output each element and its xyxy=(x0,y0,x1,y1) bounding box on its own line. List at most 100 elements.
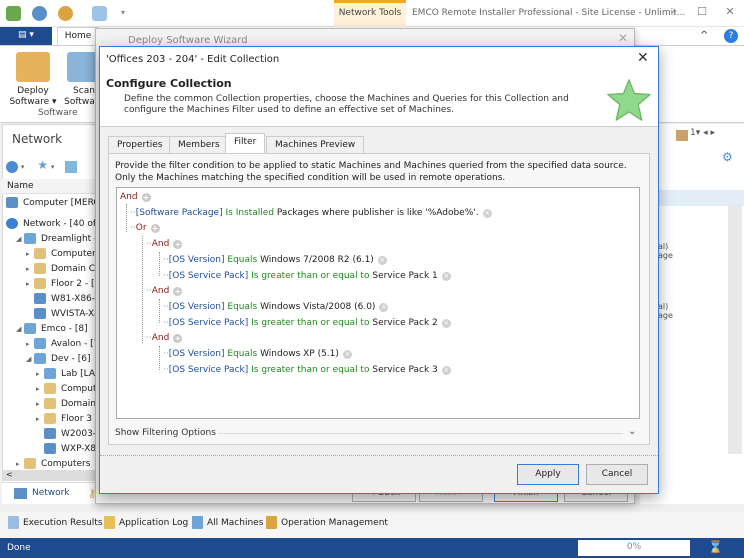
tab-members[interactable]: Members xyxy=(169,136,229,153)
expand-arrow-icon[interactable]: ▸ xyxy=(36,370,44,378)
workgroup-icon xyxy=(24,233,36,244)
dialog-close-icon[interactable]: ✕ xyxy=(637,50,649,66)
tree-item[interactable]: ◢ Dev - [6] xyxy=(6,351,106,366)
qat-dropdown-icon[interactable]: ▾ xyxy=(121,8,125,17)
filter-node-and[interactable]: ·· And + xyxy=(146,333,183,343)
dropdown-icon[interactable]: ▾ xyxy=(51,163,55,171)
filter-condition[interactable]: ·· [Software Package] Is Installed Packa… xyxy=(130,208,492,218)
wizard-close-icon[interactable]: ✕ xyxy=(618,31,628,45)
context-tab-network-tools[interactable]: Network Tools xyxy=(334,0,406,27)
tab-application-log[interactable]: Application Log xyxy=(104,516,188,529)
folder-icon xyxy=(44,383,56,394)
expand-arrow-icon[interactable]: ▸ xyxy=(26,280,34,288)
show-filtering-options[interactable]: Show Filtering Options xyxy=(115,428,216,438)
add-condition-icon[interactable]: + xyxy=(173,333,183,343)
remove-condition-icon[interactable]: × xyxy=(441,318,451,328)
panel-toolbar: ▾ ★ ▾ xyxy=(6,158,106,174)
divider xyxy=(218,433,623,434)
help-icon[interactable]: ? xyxy=(724,29,738,43)
tab-properties[interactable]: Properties xyxy=(108,136,172,153)
remove-condition-icon[interactable]: × xyxy=(441,271,451,281)
tree-item[interactable]: ▸ Lab [LAB] xyxy=(6,366,106,381)
horizontal-scrollbar[interactable]: < xyxy=(2,470,107,481)
tree-item[interactable]: WVISTA-X86 xyxy=(6,306,106,321)
expand-arrow-icon[interactable]: ▸ xyxy=(36,415,44,423)
expand-arrow-icon[interactable]: ▸ xyxy=(26,340,34,348)
tab-operation-management[interactable]: Operation Management xyxy=(266,516,388,529)
filter-condition[interactable]: ·· [OS Service Pack] Is greater than or … xyxy=(163,365,451,375)
expand-arrow-icon[interactable]: ▸ xyxy=(36,385,44,393)
remove-condition-icon[interactable]: × xyxy=(377,255,387,265)
minimize-icon[interactable]: – xyxy=(664,5,684,21)
tree-item[interactable]: ▸ Computers xyxy=(6,456,106,471)
tree-item[interactable]: ◢ Dreamlight - [6] xyxy=(6,231,106,246)
filter-node-and[interactable]: ·· And + xyxy=(146,286,183,296)
nav-network[interactable]: Network xyxy=(32,488,70,498)
tree-item[interactable]: W81-X86-M xyxy=(6,291,106,306)
filter-condition[interactable]: ·· [OS Service Pack] Is greater than or … xyxy=(163,318,451,328)
remove-condition-icon[interactable]: × xyxy=(482,208,492,218)
collapse-arrow-icon[interactable]: ◢ xyxy=(16,235,24,243)
ribbon-group-label: Software xyxy=(38,108,78,118)
tree-item[interactable]: ▸ Floor 3 xyxy=(6,411,106,426)
dropdown-icon[interactable]: ▾ xyxy=(21,163,25,171)
tab-machines-preview[interactable]: Machines Preview xyxy=(266,136,365,153)
remove-condition-icon[interactable]: × xyxy=(379,302,389,312)
collapse-arrow-icon[interactable]: ◢ xyxy=(16,325,24,333)
tree-item[interactable]: Network - [40 of 40] xyxy=(6,216,106,231)
close-icon[interactable]: ✕ xyxy=(720,5,740,21)
chevron-down-icon[interactable]: ⌄ xyxy=(628,426,636,437)
refresh-icon[interactable] xyxy=(32,6,47,21)
tree-item[interactable]: W2003-X86 xyxy=(6,426,106,441)
remove-condition-icon[interactable]: × xyxy=(342,349,352,359)
apply-button[interactable]: Apply xyxy=(517,464,579,485)
expand-arrow-icon[interactable]: ▸ xyxy=(26,265,34,273)
vertical-scrollbar[interactable] xyxy=(728,204,742,454)
tree-item[interactable]: ▸ Avalon - [7] xyxy=(6,336,106,351)
tab-all-machines[interactable]: All Machines xyxy=(192,516,263,529)
expand-arrow-icon[interactable]: ▸ xyxy=(16,460,24,468)
filter-node-and[interactable]: And + xyxy=(120,192,151,202)
favorites-star-icon[interactable]: ★ xyxy=(37,158,48,172)
tree-item[interactable]: ▸ Computers xyxy=(6,246,106,261)
check-machines-icon[interactable] xyxy=(65,160,78,173)
add-condition-icon[interactable]: + xyxy=(173,286,183,296)
collapse-ribbon-icon[interactable]: ^ xyxy=(700,30,708,41)
tree-item[interactable]: WXP-X86 xyxy=(6,441,106,456)
deploy-software-button[interactable]: Deploy Software ▾ xyxy=(8,52,58,108)
add-condition-icon[interactable]: + xyxy=(141,192,151,202)
tab-execution-results[interactable]: Execution Results xyxy=(8,516,103,529)
tab-home[interactable]: Home xyxy=(57,27,99,46)
maximize-icon[interactable]: ☐ xyxy=(692,5,712,21)
globe-icon[interactable] xyxy=(6,160,18,173)
palette-icon[interactable] xyxy=(58,6,73,21)
filter-condition[interactable]: ·· [OS Version] Equals Windows XP (5.1) × xyxy=(163,349,352,359)
add-condition-icon[interactable]: + xyxy=(173,239,183,249)
filter-node-and[interactable]: ·· And + xyxy=(146,239,183,249)
add-condition-icon[interactable]: + xyxy=(150,223,160,233)
partial-text: al) age xyxy=(658,302,673,320)
tree-item[interactable]: ▸ Floor 2 - [2] xyxy=(6,276,106,291)
expand-arrow-icon[interactable]: ▸ xyxy=(36,400,44,408)
window-icon[interactable] xyxy=(92,6,107,21)
settings-gear-icon[interactable]: ⚙ xyxy=(722,150,733,164)
results-icon xyxy=(8,516,19,529)
cancel-button[interactable]: Cancel xyxy=(586,464,648,485)
page-selector[interactable]: 1▾ ◂ ▸ xyxy=(690,128,715,138)
filter-condition[interactable]: ·· [OS Version] Equals Windows 7/2008 R2… xyxy=(163,255,387,265)
file-tab[interactable]: ▤ ▾ xyxy=(0,27,52,45)
expand-arrow-icon[interactable]: ▸ xyxy=(26,250,34,258)
tree-item[interactable]: ▸Domain Controllers xyxy=(6,396,106,411)
filter-condition[interactable]: ·· [OS Service Pack] Is greater than or … xyxy=(163,271,451,281)
remove-condition-icon[interactable]: × xyxy=(441,365,451,375)
tree-item[interactable]: ◢ Emco - [8] xyxy=(6,321,106,336)
filter-node-or[interactable]: ·· Or + xyxy=(130,223,160,233)
collapse-arrow-icon[interactable]: ◢ xyxy=(26,355,34,363)
computer-online-icon xyxy=(6,197,18,208)
tab-filter[interactable]: Filter xyxy=(225,133,266,154)
column-header-name[interactable]: Name xyxy=(2,179,107,194)
filter-condition[interactable]: ·· [OS Version] Equals Windows Vista/200… xyxy=(163,302,389,312)
tree-item[interactable]: Computer [MERCURY] xyxy=(6,195,106,210)
tree-item[interactable]: ▸ Computers xyxy=(6,381,106,396)
tree-item[interactable]: ▸Domain Controllers xyxy=(6,261,106,276)
